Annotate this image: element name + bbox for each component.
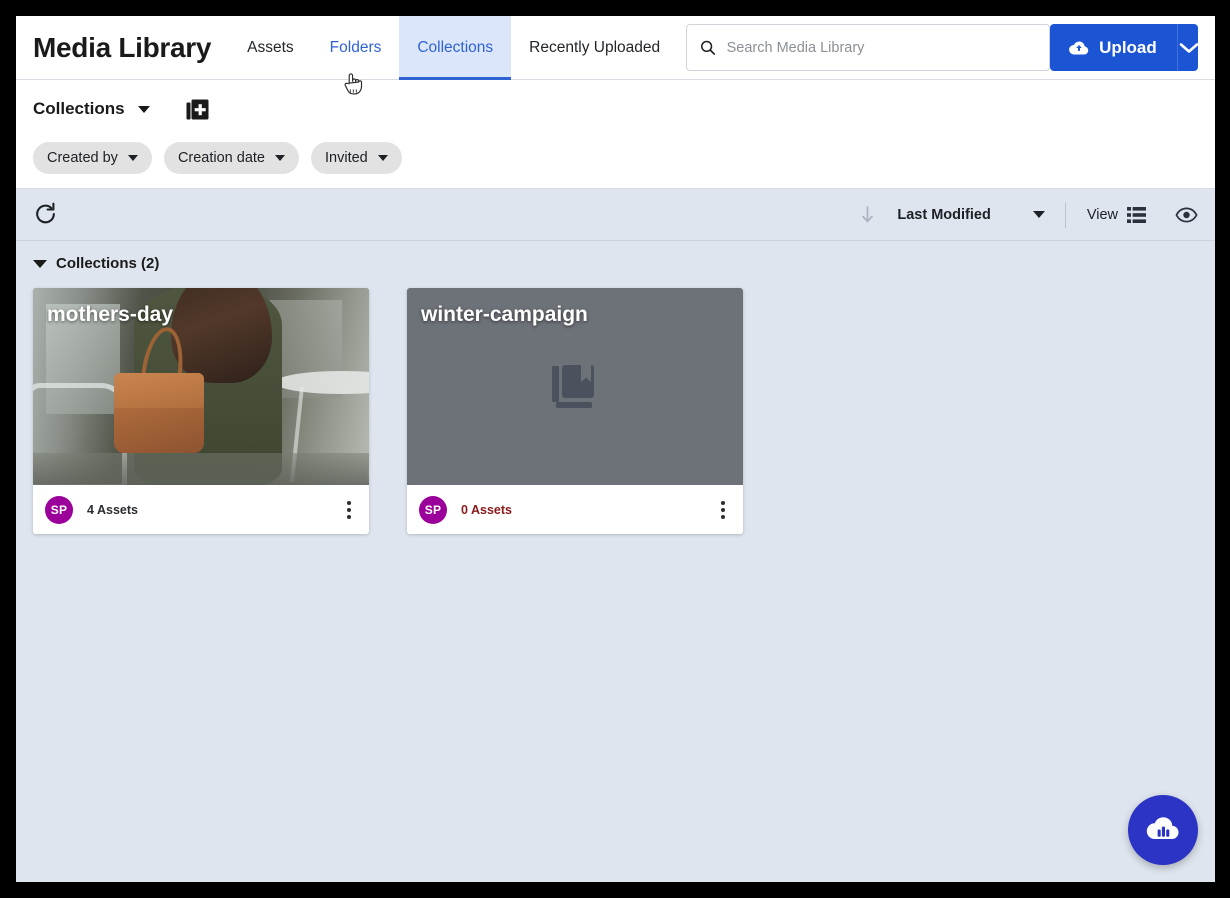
section-title: Collections (2) (56, 255, 160, 272)
collections-grid: mothers-day SP 4 Assets winter-campaign … (16, 282, 1215, 534)
app-window: Media Library Assets Folders Collections… (16, 16, 1215, 882)
sort-dropdown-caret-icon[interactable] (1032, 211, 1045, 218)
chevron-down-icon (275, 155, 285, 161)
eye-icon (1175, 207, 1198, 222)
refresh-icon (36, 202, 55, 224)
collection-placeholder-icon (552, 364, 594, 408)
collection-card-footer: SP 0 Assets (407, 485, 743, 534)
refresh-button[interactable] (33, 202, 58, 227)
cloud-upload-icon (1069, 40, 1089, 54)
preview-toggle-button[interactable] (1175, 207, 1198, 223)
filter-invited[interactable]: Invited (311, 142, 402, 174)
upload-button-label: Upload (1099, 37, 1157, 57)
collection-card[interactable]: mothers-day SP 4 Assets (33, 288, 369, 534)
collection-thumbnail[interactable]: mothers-day (33, 288, 369, 485)
collections-selector-row: Collections (33, 92, 1198, 126)
add-collection-button[interactable] (185, 97, 210, 122)
section-collapse-caret-icon[interactable] (33, 259, 47, 268)
upload-button-group: Upload (1050, 24, 1198, 71)
upload-button[interactable]: Upload (1050, 24, 1177, 71)
view-label: View (1086, 206, 1118, 223)
avatar: SP (419, 495, 447, 524)
sort-direction-button[interactable] (860, 205, 875, 224)
filter-invited-label: Invited (325, 150, 368, 166)
toolbar-divider (1064, 201, 1066, 228)
collections-section-header: Collections (2) (16, 241, 1215, 282)
collection-name: winter-campaign (421, 303, 588, 326)
collection-card-footer: SP 4 Assets (33, 485, 369, 534)
caret-down-icon[interactable] (137, 105, 150, 113)
upload-status-fab[interactable] (1128, 795, 1198, 865)
collection-thumbnail[interactable]: winter-campaign (407, 288, 743, 485)
tab-collections[interactable]: Collections (399, 16, 512, 80)
filter-created-by-label: Created by (47, 150, 118, 166)
asset-count-label: 0 Assets (461, 502, 512, 517)
view-mode-button[interactable] (1127, 206, 1146, 224)
top-navigation-bar: Media Library Assets Folders Collections… (16, 16, 1215, 95)
tab-recently-uploaded-label: Recently Uploaded (529, 38, 661, 56)
search-input[interactable] (726, 39, 1038, 56)
arrow-down-icon (862, 206, 874, 223)
search-container (686, 24, 1051, 71)
add-collection-icon (186, 99, 209, 119)
asset-count-label: 4 Assets (87, 502, 138, 517)
kebab-menu-icon[interactable] (714, 495, 732, 525)
chevron-down-icon (1179, 42, 1198, 53)
sub-header: Collections Created by Creation date Inv… (16, 80, 1215, 189)
collections-dropdown-label[interactable]: Collections (33, 99, 125, 119)
filter-pill-row: Created by Creation date Invited (33, 142, 1198, 174)
tab-assets[interactable]: Assets (229, 16, 312, 79)
tab-collections-label: Collections (417, 38, 494, 56)
content-toolbar: Last Modified View (16, 189, 1215, 241)
cloud-status-icon (1146, 817, 1179, 840)
chevron-down-icon (377, 155, 388, 161)
toolbar-right-group: Last Modified View (860, 201, 1198, 228)
search-box[interactable] (686, 24, 1051, 71)
filter-creation-date-label: Creation date (177, 150, 265, 166)
upload-dropdown-toggle[interactable] (1176, 24, 1198, 71)
tab-folders-label: Folders (329, 38, 382, 56)
tab-folders[interactable]: Folders (312, 16, 400, 79)
sort-field-label[interactable]: Last Modified (897, 207, 990, 223)
tab-assets-label: Assets (247, 38, 294, 56)
collection-name: mothers-day (47, 303, 174, 326)
list-view-icon (1127, 206, 1146, 223)
search-icon (701, 40, 716, 55)
filter-created-by[interactable]: Created by (33, 142, 152, 174)
avatar: SP (45, 495, 73, 524)
filter-creation-date[interactable]: Creation date (163, 142, 299, 174)
tab-recently-uploaded[interactable]: Recently Uploaded (511, 16, 678, 79)
kebab-menu-icon[interactable] (340, 495, 358, 525)
chevron-down-icon (127, 155, 138, 161)
app-brand-title: Media Library (33, 31, 212, 63)
collection-card[interactable]: winter-campaign SP 0 Assets (407, 288, 743, 534)
